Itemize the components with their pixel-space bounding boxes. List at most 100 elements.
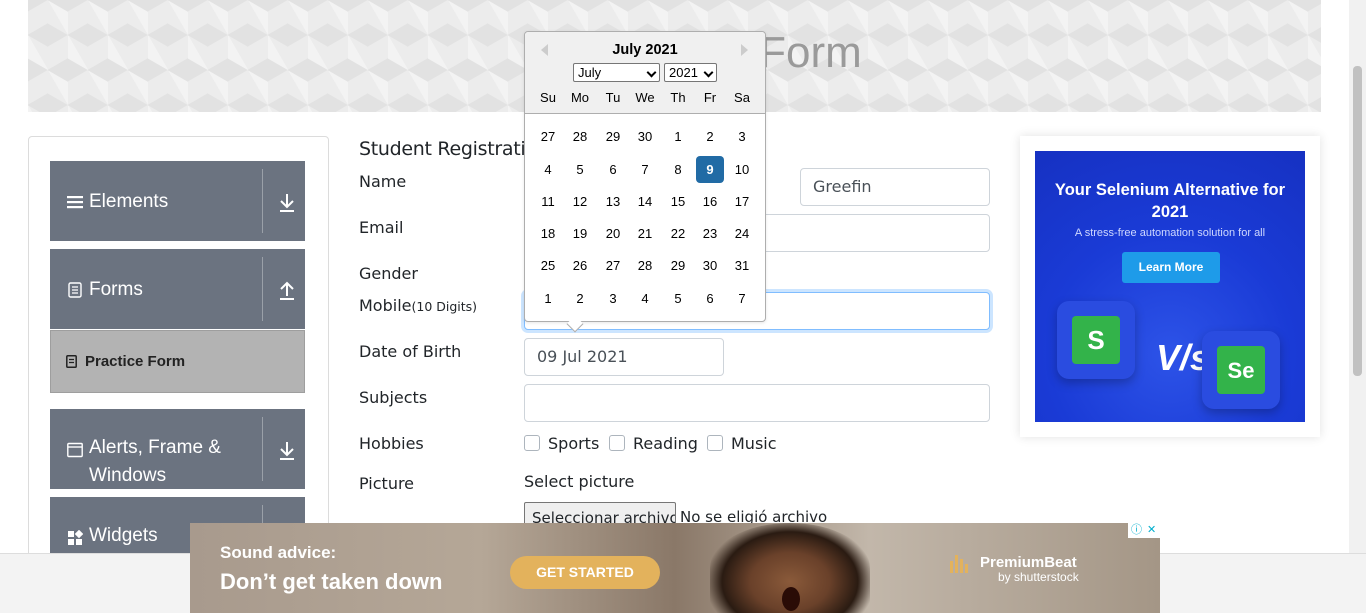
reading-checkbox[interactable] bbox=[609, 435, 625, 451]
calendar-day[interactable]: 21 bbox=[631, 220, 659, 247]
calendar-day[interactable]: 30 bbox=[631, 123, 659, 150]
form-icon bbox=[66, 355, 77, 368]
day-name: We bbox=[635, 90, 655, 105]
calendar-day[interactable]: 7 bbox=[631, 156, 659, 183]
calendar-day[interactable]: 4 bbox=[631, 285, 659, 312]
day-name: Th bbox=[670, 90, 686, 105]
widgets-icon bbox=[68, 530, 83, 545]
hobby-music[interactable]: Music bbox=[707, 432, 777, 454]
hobbies-label: Hobbies bbox=[359, 434, 424, 453]
calendar-day[interactable]: 6 bbox=[599, 156, 627, 183]
day-name: Fr bbox=[703, 90, 717, 105]
calendar-day[interactable]: 7 bbox=[728, 285, 756, 312]
download-arrow-icon bbox=[280, 442, 294, 460]
music-checkbox[interactable] bbox=[707, 435, 723, 451]
calendar-day[interactable]: 3 bbox=[599, 285, 627, 312]
last-name-input[interactable]: Greefin bbox=[800, 168, 990, 206]
page: Practice Form Elements Forms bbox=[0, 0, 1366, 613]
music-label[interactable]: Music bbox=[731, 434, 777, 453]
select-picture-label: Select picture bbox=[524, 472, 635, 491]
calendar-day[interactable]: 30 bbox=[696, 252, 724, 279]
subjects-input[interactable] bbox=[524, 384, 990, 422]
calendar-day[interactable]: 31 bbox=[728, 252, 756, 279]
calendar-day[interactable]: 28 bbox=[631, 252, 659, 279]
calendar-day[interactable]: 12 bbox=[566, 188, 594, 215]
ad-line-2: Don’t get taken down bbox=[220, 569, 443, 594]
calendar-day[interactable]: 5 bbox=[664, 285, 692, 312]
document-icon bbox=[68, 282, 82, 298]
window-icon bbox=[67, 442, 83, 458]
calendar-day[interactable]: 8 bbox=[664, 156, 692, 183]
calendar-day[interactable]: 23 bbox=[696, 220, 724, 247]
datepicker-header: July 2021 July 2021 Su Mo Tu We Th Fr Sa bbox=[525, 32, 765, 114]
calendar-day[interactable]: 11 bbox=[534, 188, 562, 215]
menu-item-label: Practice Form bbox=[85, 353, 186, 370]
sports-label[interactable]: Sports bbox=[548, 434, 599, 453]
calendar-day[interactable]: 3 bbox=[728, 123, 756, 150]
menu-group-forms[interactable]: Forms bbox=[50, 249, 305, 329]
menu-item-practice-form[interactable]: Practice Form bbox=[50, 330, 305, 393]
hobby-sports[interactable]: Sports bbox=[524, 432, 599, 454]
calendar-day[interactable]: 16 bbox=[696, 188, 724, 215]
calendar-day[interactable]: 5 bbox=[566, 156, 594, 183]
sports-checkbox[interactable] bbox=[524, 435, 540, 451]
email-label: Email bbox=[359, 218, 404, 237]
katalon-logo-icon: S bbox=[1072, 316, 1120, 364]
subjects-label: Subjects bbox=[359, 388, 428, 407]
calendar-day-selected[interactable]: 9 bbox=[696, 156, 724, 183]
calendar-day[interactable]: 19 bbox=[566, 220, 594, 247]
calendar-day[interactable]: 27 bbox=[534, 123, 562, 150]
menu-group-label: Widgets bbox=[89, 525, 158, 546]
divider bbox=[262, 417, 263, 481]
year-select[interactable]: 2021 bbox=[664, 63, 717, 82]
upload-arrow-icon bbox=[280, 281, 294, 300]
name-label: Name bbox=[359, 172, 407, 191]
calendar-day[interactable]: 13 bbox=[599, 188, 627, 215]
menu-group-elements[interactable]: Elements bbox=[50, 161, 305, 241]
selenium-ad[interactable]: Your Selenium Alternative for 2021 A str… bbox=[1035, 151, 1305, 422]
calendar-day[interactable]: 18 bbox=[534, 220, 562, 247]
calendar-day[interactable]: 29 bbox=[599, 123, 627, 150]
calendar-day[interactable]: 14 bbox=[631, 188, 659, 215]
calendar-day[interactable]: 25 bbox=[534, 252, 562, 279]
get-started-button[interactable]: GET STARTED bbox=[510, 556, 660, 589]
menu-group-label: Forms bbox=[89, 279, 143, 300]
calendar-day[interactable]: 17 bbox=[728, 188, 756, 215]
adchoices-badge[interactable]: ⓘ ✕ bbox=[1128, 523, 1160, 538]
premiumbeat-ad[interactable]: Sound advice: Don’t get taken down GET S… bbox=[190, 523, 1160, 613]
day-name: Su bbox=[540, 90, 556, 105]
calendar-day[interactable]: 27 bbox=[599, 252, 627, 279]
hobby-reading[interactable]: Reading bbox=[609, 432, 698, 454]
calendar-day[interactable]: 1 bbox=[534, 285, 562, 312]
left-menu: Elements Forms Practice Form Alerts, Fra… bbox=[28, 136, 329, 577]
selenium-logo-icon: Se bbox=[1217, 346, 1265, 394]
date-of-birth-input[interactable]: 09 Jul 2021 bbox=[524, 338, 724, 376]
ad-title: Your Selenium Alternative for 2021 bbox=[1054, 181, 1286, 221]
calendar-day[interactable]: 1 bbox=[664, 123, 692, 150]
calendar-day[interactable]: 2 bbox=[566, 285, 594, 312]
calendar-day[interactable]: 29 bbox=[664, 252, 692, 279]
calendar-day[interactable]: 24 bbox=[728, 220, 756, 247]
calendar-day[interactable]: 4 bbox=[534, 156, 562, 183]
close-icon[interactable]: ✕ bbox=[1147, 524, 1156, 537]
info-icon[interactable]: ⓘ bbox=[1131, 524, 1142, 537]
ad-subtitle: A stress-free automation solution for al… bbox=[1074, 227, 1266, 239]
calendar-day[interactable]: 6 bbox=[696, 285, 724, 312]
reading-label[interactable]: Reading bbox=[633, 434, 698, 453]
calendar-day[interactable]: 22 bbox=[664, 220, 692, 247]
picture-label: Picture bbox=[359, 474, 415, 493]
calendar-day[interactable]: 26 bbox=[566, 252, 594, 279]
learn-more-button[interactable]: Learn More bbox=[1122, 252, 1220, 283]
scrollbar-thumb[interactable] bbox=[1353, 66, 1362, 376]
menu-group-label: Elements bbox=[89, 191, 169, 212]
calendar-day[interactable]: 2 bbox=[696, 123, 724, 150]
page-scrollbar[interactable] bbox=[1349, 0, 1366, 553]
month-select[interactable]: July bbox=[573, 63, 660, 82]
menu-group-alerts[interactable]: Alerts, Frame & Windows bbox=[50, 409, 305, 489]
next-month-icon[interactable] bbox=[741, 44, 748, 56]
calendar-day[interactable]: 20 bbox=[599, 220, 627, 247]
calendar-day[interactable]: 28 bbox=[566, 123, 594, 150]
datepicker-title: July 2021 bbox=[612, 42, 678, 58]
calendar-day[interactable]: 10 bbox=[728, 156, 756, 183]
calendar-day[interactable]: 15 bbox=[664, 188, 692, 215]
